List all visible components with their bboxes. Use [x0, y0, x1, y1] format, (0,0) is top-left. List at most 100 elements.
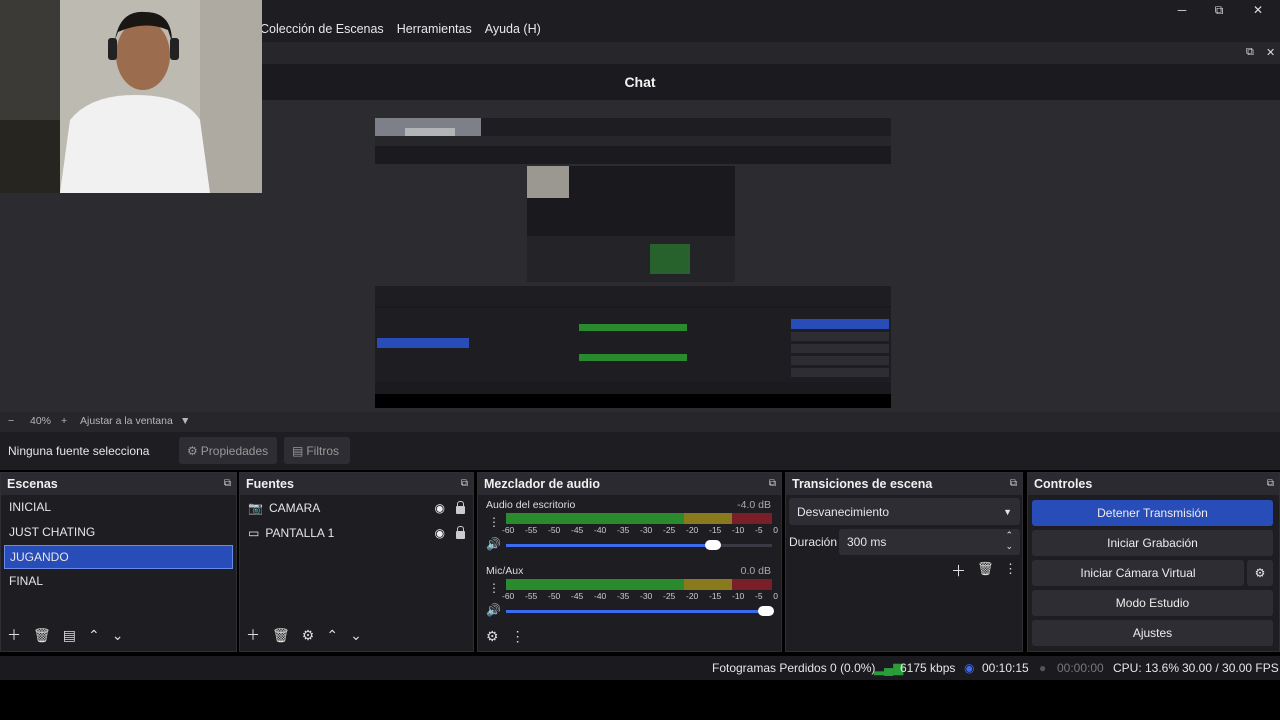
zoom-in-button[interactable]: + [61, 415, 67, 427]
transition-selected: Desvanecimiento [797, 504, 890, 519]
settings-button[interactable]: Ajustes [1032, 620, 1273, 646]
lock-icon[interactable] [456, 501, 465, 514]
close-icon[interactable]: ✕ [1245, 2, 1271, 18]
sources-dock: Fuentes ⧉ 📷 CAMARA ◉ ▭ PANTALLA 1 ◉ ＋ 🗑 … [239, 472, 474, 652]
source-item-camara[interactable]: 📷 CAMARA ◉ [240, 495, 473, 520]
channel-db: 0.0 dB [740, 565, 771, 577]
dock-close-icon[interactable]: ✕ [1266, 46, 1275, 59]
chevron-up-icon[interactable]: ⌃ [326, 627, 338, 644]
dropped-frames: Fotogramas Perdidos 0 (0.0%) [712, 661, 876, 675]
fit-to-window-option[interactable]: Ajustar a la ventana [80, 415, 173, 427]
menu-tools[interactable]: Herramientas [397, 22, 472, 36]
controls-title: Controles [1034, 477, 1093, 491]
speaker-icon[interactable]: 🔊 [486, 603, 501, 617]
more-options-icon[interactable]: ⋮ [488, 515, 500, 529]
restore-icon[interactable]: ⧉ [1206, 2, 1232, 18]
scene-item-inicial[interactable]: INICIAL [1, 495, 236, 520]
more-options-icon[interactable]: ⋮ [1004, 561, 1017, 577]
meter-tick-label: -50 [548, 525, 561, 535]
minimize-icon[interactable]: ─ [1169, 2, 1195, 18]
more-options-icon[interactable]: ⋮ [511, 628, 525, 645]
studio-mode-button[interactable]: Modo Estudio [1032, 590, 1273, 616]
scene-item-jugando[interactable]: JUGANDO [4, 545, 233, 569]
chevron-up-icon[interactable]: ⌃ [88, 627, 100, 644]
eye-icon[interactable]: ◉ [435, 526, 445, 540]
scenes-dock: Escenas ⧉ INICIAL JUST CHATING JUGANDO F… [0, 472, 237, 652]
duration-label: Duración [789, 535, 838, 549]
zoom-out-button[interactable]: − [8, 415, 14, 427]
trash-icon[interactable]: 🗑 [33, 627, 51, 644]
source-label: PANTALLA 1 [265, 525, 335, 540]
meter-ticks: -60 -55 -50 -45 -40 -35 -30 -25 -20 -15 -10 -5 0 [502, 525, 778, 535]
scenes-header: Escenas ⧉ [1, 473, 236, 495]
dock-float-icon[interactable]: ⧉ [224, 473, 231, 495]
add-icon[interactable]: ＋ [246, 625, 260, 645]
meter-tick-label: -30 [640, 591, 653, 601]
meter-tick-label: -50 [548, 591, 561, 601]
source-item-pantalla[interactable]: ▭ PANTALLA 1 ◉ [240, 520, 473, 545]
chevron-down-icon[interactable]: ⌄ [112, 627, 124, 644]
dock-float-icon[interactable]: ⧉ [1246, 46, 1254, 59]
add-icon[interactable]: ＋ [7, 625, 21, 645]
chevron-down-icon: ▼ [1003, 506, 1012, 517]
meter-tick-label: -45 [571, 591, 584, 601]
menu-scene-collection[interactable]: Colección de Escenas [260, 22, 384, 36]
meter-tick-label: -5 [755, 591, 763, 601]
chevron-down-icon[interactable]: ⌄ [1005, 541, 1013, 552]
meter-tick-label: -20 [686, 591, 699, 601]
stream-time: 00:10:15 [982, 661, 1029, 675]
transition-select[interactable]: Desvanecimiento ▼ [789, 498, 1020, 525]
trash-icon[interactable]: 🗑 [977, 561, 994, 577]
dock-float-icon[interactable]: ⧉ [1010, 473, 1017, 495]
dock-float-icon[interactable]: ⧉ [461, 473, 468, 495]
record-time: 00:00:00 [1057, 661, 1104, 675]
start-virtual-camera-button[interactable]: Iniciar Cámara Virtual [1032, 560, 1244, 586]
volume-slider[interactable] [506, 606, 774, 616]
mixer-toolbar: ⚙ ⋮ [486, 628, 525, 645]
volume-slider[interactable] [506, 540, 772, 550]
virtual-camera-settings-button[interactable]: ⚙ [1247, 560, 1273, 586]
duration-value: 300 ms [847, 535, 887, 549]
volume-meter [506, 579, 772, 590]
channel-name: Mic/Aux [486, 565, 524, 577]
chevron-down-icon[interactable]: ⌄ [350, 627, 362, 644]
scene-item-just-chating[interactable]: JUST CHATING [1, 520, 236, 545]
meter-ticks: -60 -55 -50 -45 -40 -35 -30 -25 -20 -15 -10 -5 0 [502, 591, 778, 601]
meter-tick-label: -25 [663, 591, 676, 601]
mixer-title: Mezclador de audio [484, 477, 600, 491]
stop-streaming-button[interactable]: Detener Transmisión [1032, 500, 1273, 526]
cpu-usage: CPU: 13.6% [1113, 661, 1180, 675]
advanced-audio-icon[interactable]: ⚙ [486, 628, 499, 645]
dock-float-icon[interactable]: ⧉ [769, 473, 776, 495]
zoom-level: 40% [30, 415, 52, 427]
filter-icon: ▤ [292, 443, 304, 458]
chevron-up-icon[interactable]: ⌃ [1005, 530, 1013, 541]
menu-help[interactable]: Ayuda (H) [485, 22, 541, 36]
speaker-icon[interactable]: 🔊 [486, 537, 501, 551]
program-preview[interactable] [375, 118, 891, 408]
eye-icon[interactable]: ◉ [435, 501, 445, 515]
meter-tick-label: -55 [525, 525, 538, 535]
start-recording-button[interactable]: Iniciar Grabación [1032, 530, 1273, 556]
lock-icon[interactable] [456, 526, 465, 539]
filter-icon[interactable]: ▤ [63, 627, 76, 644]
filters-button[interactable]: ▤ Filtros [284, 437, 350, 464]
meter-tick-label: -10 [732, 525, 745, 535]
more-options-icon[interactable]: ⋮ [488, 581, 500, 595]
scenes-toolbar: ＋ 🗑 ▤ ⌃ ⌄ [7, 625, 123, 645]
add-icon[interactable]: ＋ [951, 560, 966, 581]
sources-toolbar: ＋ 🗑 ⚙ ⌃ ⌄ [246, 625, 362, 645]
signal-bars-icon: ▂▄▆ [874, 660, 904, 675]
gear-icon[interactable]: ⚙ [302, 627, 315, 644]
monitor-icon: ▭ [248, 525, 260, 540]
trash-icon[interactable]: 🗑 [272, 627, 290, 644]
chevron-down-icon[interactable]: ▼ [180, 415, 190, 427]
zoom-bar: − 40% + Ajustar a la ventana ▼ [0, 412, 1280, 432]
scenes-title: Escenas [7, 477, 58, 491]
sources-title: Fuentes [246, 477, 294, 491]
duration-input[interactable]: 300 ms ⌃ ⌄ [839, 529, 1020, 555]
meter-tick-label: 0 [773, 591, 778, 601]
properties-button[interactable]: ⚙ Propiedades [179, 437, 277, 464]
scene-item-final[interactable]: FINAL [1, 569, 236, 594]
dock-float-icon[interactable]: ⧉ [1267, 473, 1274, 495]
